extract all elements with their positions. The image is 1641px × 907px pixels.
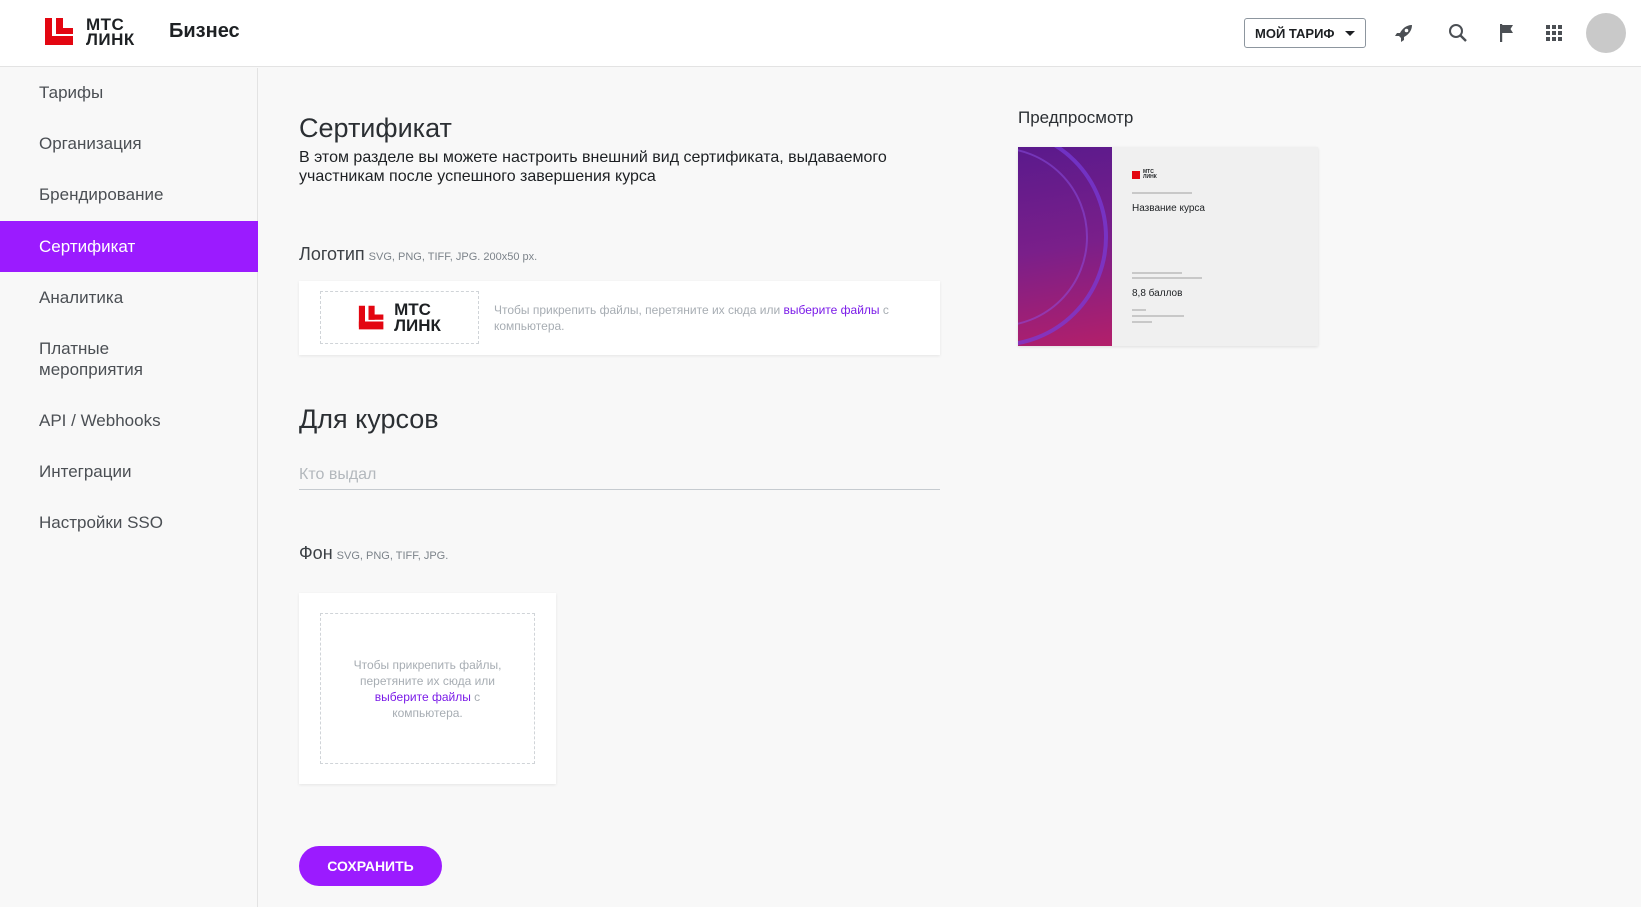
preview-logo: МТС ЛИНК — [1132, 170, 1157, 180]
search-icon[interactable] — [1446, 21, 1470, 45]
background-dropzone[interactable]: Чтобы прикрепить файлы, перетяните их сю… — [320, 613, 535, 764]
sidebar-item-organization[interactable]: Организация — [0, 133, 258, 154]
sidebar-item-paid-events[interactable]: Платные мероприятия — [0, 338, 200, 380]
brand-line-2: ЛИНК — [86, 30, 135, 49]
save-button[interactable]: СОХРАНИТЬ — [299, 846, 442, 886]
my-tariff-label: МОЙ ТАРИФ — [1255, 25, 1335, 41]
top-header: МТС ЛИНК Бизнес МОЙ ТАРИФ — [0, 0, 1641, 67]
logo-drop-instructions: Чтобы прикрепить файлы, перетяните их сю… — [494, 302, 914, 334]
apps-grid-icon[interactable] — [1542, 21, 1566, 45]
user-avatar[interactable] — [1586, 13, 1626, 53]
preview-small-text — [1132, 315, 1184, 317]
issuer-input[interactable] — [299, 460, 940, 490]
preview-score: 8,8 баллов — [1132, 288, 1183, 299]
background-label: Фон — [299, 543, 333, 563]
sidebar-item-certificate[interactable]: Сертификат — [0, 221, 258, 272]
certificate-preview: МТС ЛИНК Название курса 8,8 баллов — [1018, 147, 1318, 346]
logo-drop-text: Чтобы прикрепить файлы, перетяните их сю… — [494, 303, 784, 317]
preview-label: Предпросмотр — [1018, 108, 1134, 127]
sidebar-item-tariffs[interactable]: Тарифы — [0, 82, 258, 103]
preview-small-text — [1132, 192, 1192, 194]
background-section-label: Фон SVG, PNG, TIFF, JPG. — [299, 543, 448, 564]
preview-small-text — [1132, 277, 1202, 279]
logo-format-hint: SVG, PNG, TIFF, JPG. 200x50 px. — [368, 251, 538, 263]
sidebar-item-analytics[interactable]: Аналитика — [0, 287, 258, 308]
preview-logo-line-2: ЛИНК — [1143, 174, 1157, 180]
page-title: Сертификат — [299, 113, 452, 143]
preview-small-text — [1132, 321, 1152, 323]
preview-logo-icon — [1132, 171, 1140, 179]
logo-label: Логотип — [299, 244, 365, 264]
background-drop-instructions: Чтобы прикрепить файлы, перетяните их сю… — [351, 657, 504, 721]
background-choose-files-link[interactable]: выберите файлы — [375, 690, 471, 704]
flag-icon[interactable] — [1495, 21, 1519, 45]
caret-down-icon — [1344, 30, 1355, 36]
logo-dropzone[interactable]: МТС ЛИНК — [320, 291, 479, 344]
preview-small-text — [1132, 309, 1146, 311]
page-description: В этом разделе вы можете настроить внешн… — [299, 149, 887, 185]
sidebar-item-integrations[interactable]: Интеграции — [0, 461, 258, 482]
brand-name: МТС ЛИНК — [86, 16, 135, 49]
logo-section-label: Логотип SVG, PNG, TIFF, JPG. 200x50 px. — [299, 244, 537, 265]
uploaded-logo-line-2: ЛИНК — [394, 315, 441, 335]
uploaded-logo-text: МТС ЛИНК — [394, 301, 441, 335]
certificate-settings-panel: Сертификат В этом разделе вы можете наст… — [258, 68, 1641, 907]
preview-course-name: Название курса — [1132, 203, 1205, 214]
background-upload-card: Чтобы прикрепить файлы, перетяните их сю… — [299, 593, 556, 784]
courses-heading: Для курсов — [299, 404, 439, 434]
uploaded-logo-icon — [358, 305, 384, 329]
rocket-icon[interactable] — [1392, 21, 1416, 45]
logo-upload-card: МТС ЛИНК Чтобы прикрепить файлы, перетян… — [299, 281, 940, 355]
background-drop-text: Чтобы прикрепить файлы, перетяните их сю… — [353, 657, 502, 688]
sidebar-item-api-webhooks[interactable]: API / Webhooks — [0, 410, 258, 431]
sidebar-item-branding[interactable]: Брендирование — [0, 184, 258, 205]
background-format-hint: SVG, PNG, TIFF, JPG. — [336, 550, 449, 562]
preview-small-text — [1132, 272, 1182, 274]
preview-logo-text: МТС ЛИНК — [1143, 170, 1157, 180]
sidebar-item-sso-settings[interactable]: Настройки SSO — [0, 512, 258, 533]
product-name: Бизнес — [169, 20, 240, 42]
settings-sidebar: Тарифы Организация Брендирование Сертифи… — [0, 68, 258, 907]
mts-link-logo-icon — [45, 18, 73, 45]
preview-background-art — [1018, 147, 1112, 346]
my-tariff-dropdown[interactable]: МОЙ ТАРИФ — [1244, 18, 1366, 48]
brand-logo[interactable]: МТС ЛИНК — [44, 16, 135, 48]
logo-choose-files-link[interactable]: выберите файлы — [784, 303, 880, 317]
